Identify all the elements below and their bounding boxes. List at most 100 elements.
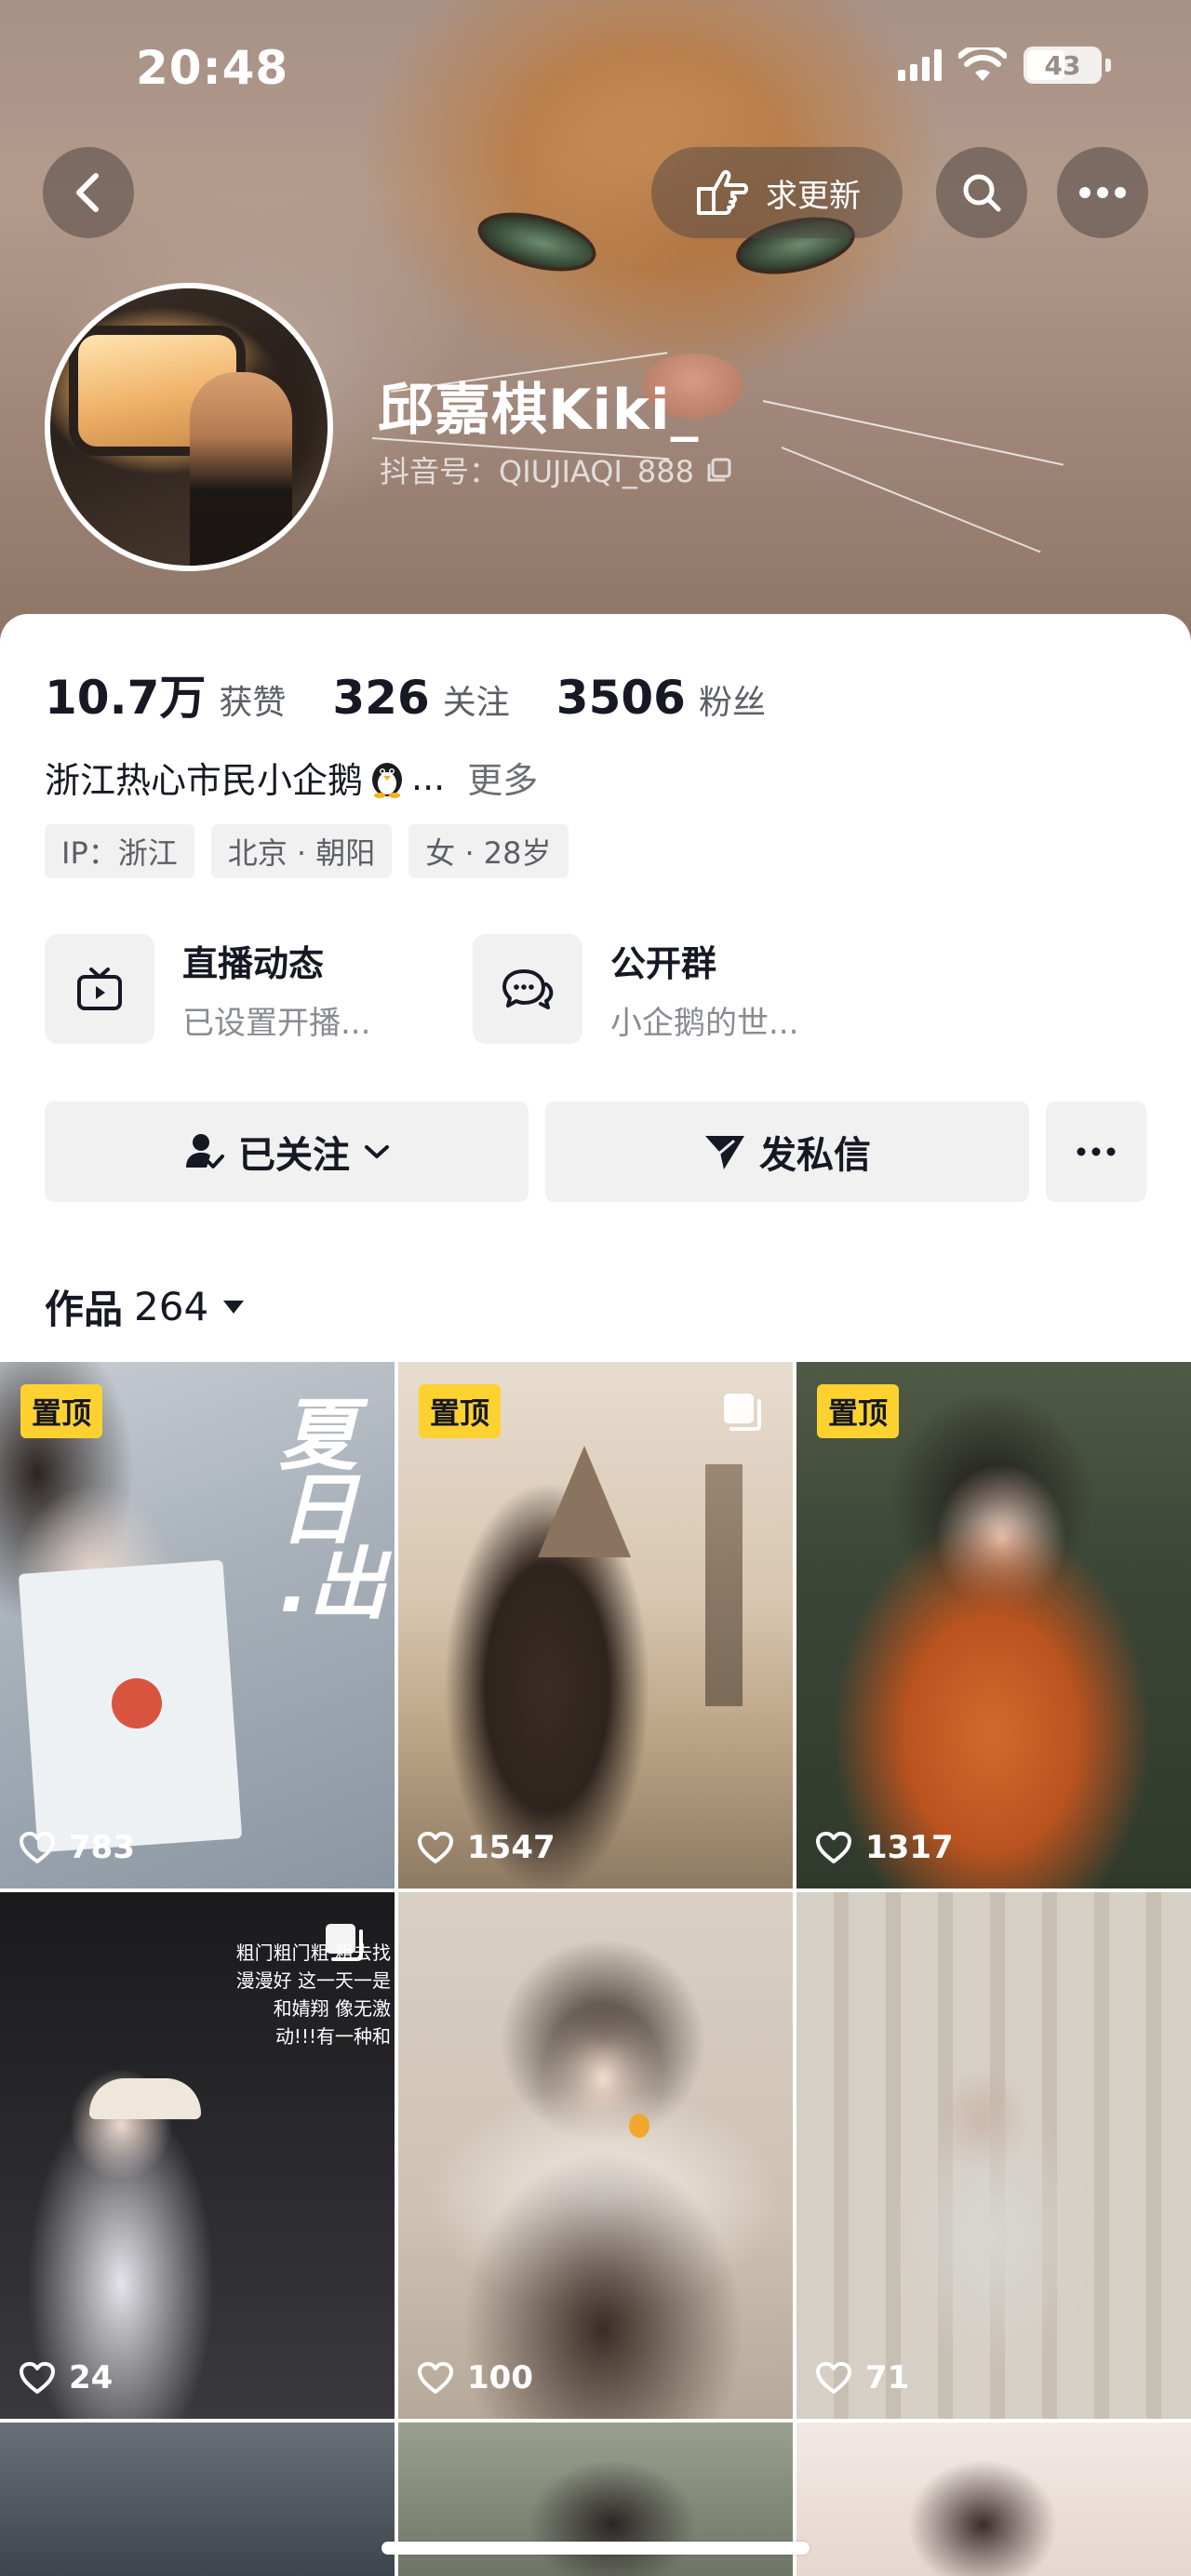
like-count-value: 1317 xyxy=(865,1829,954,1866)
heart-icon xyxy=(418,1832,453,1863)
like-count-value: 783 xyxy=(69,1829,135,1866)
like-count: 24 xyxy=(19,2359,113,2396)
heart-icon xyxy=(20,1832,55,1863)
works-tab[interactable]: 作品 264 xyxy=(45,1278,248,1335)
search-icon xyxy=(963,174,1001,212)
send-message-label: 发私信 xyxy=(759,1134,871,1177)
search-button[interactable] xyxy=(936,147,1027,238)
video-tile[interactable]: 71 xyxy=(796,1892,1191,2419)
chevron-down-icon xyxy=(365,1145,389,1158)
multi-image-icon xyxy=(326,1924,363,1961)
bio-more-link[interactable]: 更多 xyxy=(467,752,538,803)
request-update-label: 求更新 xyxy=(766,177,861,215)
tower-shape xyxy=(538,1446,631,1557)
like-count: 783 xyxy=(19,1829,135,1866)
feature-public-group[interactable]: 公开群 小企鹅的世... xyxy=(473,934,798,1044)
feature-title: 直播动态 xyxy=(182,943,325,984)
like-count-value: 71 xyxy=(865,2359,910,2396)
stat-likes[interactable]: 10.7万 获赞 xyxy=(45,661,286,727)
profile-name: 邱嘉棋Kiki_ xyxy=(378,378,700,443)
douyin-id-text: 抖音号：QIUJIAQI_888 xyxy=(380,454,694,489)
bio-ellipsis: ... xyxy=(411,756,446,798)
stat-label: 关注 xyxy=(442,684,510,722)
feature-live[interactable]: 直播动态 已设置开播... xyxy=(45,934,370,1044)
home-indicator[interactable] xyxy=(381,2542,810,2555)
video-tile[interactable]: 置顶 1317 xyxy=(796,1362,1191,1889)
feature-icon-wrap xyxy=(473,934,582,1044)
like-count: 1547 xyxy=(417,1829,555,1866)
cover-cat-eye-left xyxy=(472,202,602,282)
avatar[interactable] xyxy=(45,283,333,571)
bio[interactable]: 浙江热心市民小企鹅 ... 更多 xyxy=(45,752,538,803)
like-count: 71 xyxy=(815,2359,909,2396)
pinned-badge: 置顶 xyxy=(817,1384,900,1438)
like-count: 1317 xyxy=(815,1829,954,1866)
cover-whisker xyxy=(781,447,1041,554)
stat-followers[interactable]: 3506 粉丝 xyxy=(556,671,766,725)
profile-tags: IP：浙江 北京 · 朝阳 女 · 28岁 xyxy=(45,824,569,878)
tag-ip: IP：浙江 xyxy=(45,824,194,878)
tile-overlay-text: 粗门粗门粗 粗去找漫漫好 这一天一是和婧翔 像无激动!!!有一种和 xyxy=(235,1942,391,2048)
video-tile[interactable]: 置顶 1547 xyxy=(398,1362,793,1889)
battery-icon: 43 xyxy=(1024,47,1111,84)
signal-icon xyxy=(898,49,942,81)
chat-bubbles-icon xyxy=(502,969,554,1009)
like-count-value: 100 xyxy=(467,2359,533,2396)
avatar-person xyxy=(190,372,292,566)
heart-icon xyxy=(816,2362,851,2394)
stat-label: 粉丝 xyxy=(698,684,766,722)
status-icons: 43 xyxy=(898,47,1111,84)
heart-icon xyxy=(20,2362,55,2394)
user-check-icon xyxy=(186,1134,224,1168)
video-tile[interactable] xyxy=(0,2423,395,2576)
back-button[interactable] xyxy=(43,147,134,238)
request-update-button[interactable]: 求更新 xyxy=(651,147,903,238)
battery-level: 43 xyxy=(1044,49,1081,81)
feature-subtitle: 已设置开播... xyxy=(182,1005,371,1042)
more-options-button[interactable] xyxy=(1057,147,1148,238)
paper-plane-icon xyxy=(705,1136,744,1169)
feature-title: 公开群 xyxy=(610,943,717,984)
pinned-badge: 置顶 xyxy=(20,1384,103,1438)
status-time: 20:48 xyxy=(136,41,289,95)
cap-shape xyxy=(89,2078,201,2119)
action-more-button[interactable] xyxy=(1046,1101,1146,1202)
more-horizontal-icon xyxy=(1077,1147,1116,1156)
stat-value: 3506 xyxy=(555,671,686,725)
penguin-emoji-icon xyxy=(372,762,403,798)
mouth-sticker xyxy=(629,2114,649,2138)
more-horizontal-icon xyxy=(1079,187,1126,198)
like-count: 100 xyxy=(417,2359,533,2396)
douyin-id[interactable]: 抖音号：QIUJIAQI_888 xyxy=(380,448,733,491)
stat-following[interactable]: 326 关注 xyxy=(332,671,509,725)
cover-whisker xyxy=(762,400,1064,466)
works-count: 264 xyxy=(134,1284,209,1329)
works-label: 作品 xyxy=(45,1287,124,1332)
like-count-value: 1547 xyxy=(467,1829,555,1866)
tile-overlay-text: 夏日 .出 xyxy=(279,1390,387,1630)
pinned-badge: 置顶 xyxy=(419,1384,502,1438)
stat-value: 10.7万 xyxy=(45,671,207,725)
tv-icon xyxy=(77,968,122,1010)
like-count-value: 24 xyxy=(69,2359,114,2396)
video-tile[interactable]: 100 xyxy=(398,1892,793,2419)
video-tile[interactable]: 夏日 .出 置顶 783 xyxy=(0,1362,395,1889)
profile-cover[interactable]: 20:48 43 求更新 邱嘉棋Kiki_ 抖音号：QIUJIAQI_888 xyxy=(0,0,1191,651)
send-message-button[interactable]: 发私信 xyxy=(545,1101,1029,1202)
bio-text: 浙江热心市民小企鹅 xyxy=(45,760,364,801)
heart-icon xyxy=(418,2362,453,2394)
chevron-left-icon xyxy=(76,173,99,212)
heart-icon xyxy=(816,1832,851,1863)
video-tile[interactable]: 粗门粗门粗 粗去找漫漫好 这一天一是和婧翔 像无激动!!!有一种和 24 xyxy=(0,1892,395,2419)
caret-down-icon xyxy=(223,1300,245,1314)
pointing-hand-icon xyxy=(697,169,748,215)
video-tile[interactable] xyxy=(796,2423,1191,2576)
following-button[interactable]: 已关注 xyxy=(45,1101,529,1202)
feature-subtitle: 小企鹅的世... xyxy=(610,1005,799,1042)
stat-label: 获赞 xyxy=(219,684,287,722)
tag-gender-age: 女 · 28岁 xyxy=(408,824,569,878)
following-label: 已关注 xyxy=(238,1134,350,1177)
feature-icon-wrap xyxy=(45,934,154,1044)
copy-icon[interactable] xyxy=(705,456,733,484)
pagoda-shape xyxy=(705,1464,743,1706)
